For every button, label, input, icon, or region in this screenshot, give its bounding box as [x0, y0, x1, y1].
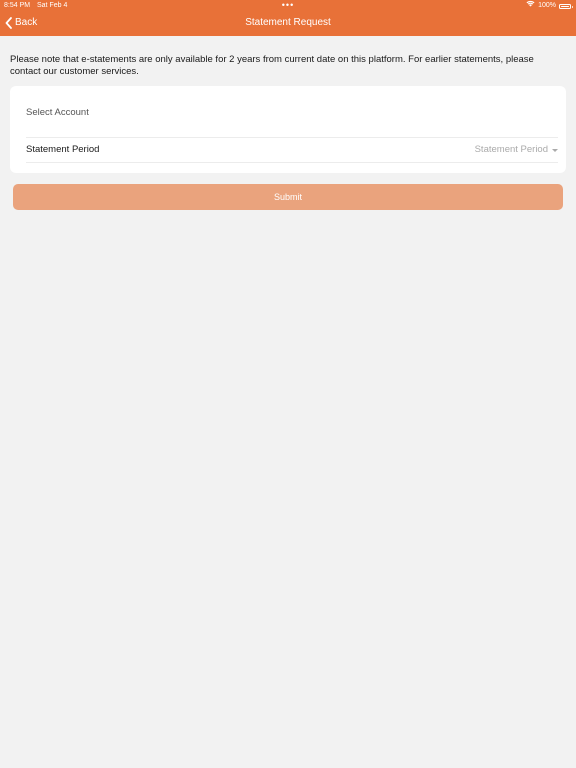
- submit-button[interactable]: Submit: [13, 184, 563, 210]
- select-account-field[interactable]: Select Account: [26, 106, 558, 120]
- statement-period-dropdown[interactable]: Statement Period: [475, 143, 558, 157]
- statement-period-value: Statement Period: [474, 144, 548, 155]
- top-bar: 8:54 PM Sat Feb 4 ••• 100% Back Statemen…: [0, 0, 576, 36]
- multitask-dots[interactable]: •••: [0, 0, 576, 10]
- divider: [26, 137, 558, 138]
- availability-notice: Please note that e-statements are only a…: [10, 54, 534, 77]
- caret-down-icon: [552, 148, 558, 152]
- wifi-icon: [526, 0, 535, 12]
- status-bar: 8:54 PM Sat Feb 4 ••• 100%: [0, 0, 576, 12]
- divider: [26, 162, 558, 163]
- battery-percent: 100%: [538, 2, 556, 9]
- status-right: 100%: [526, 0, 573, 12]
- page-title: Statement Request: [245, 17, 331, 28]
- battery-icon: [559, 3, 573, 9]
- statement-form-card: Select Account Statement Period Statemen…: [10, 86, 566, 173]
- nav-bar: Back Statement Request: [0, 12, 576, 36]
